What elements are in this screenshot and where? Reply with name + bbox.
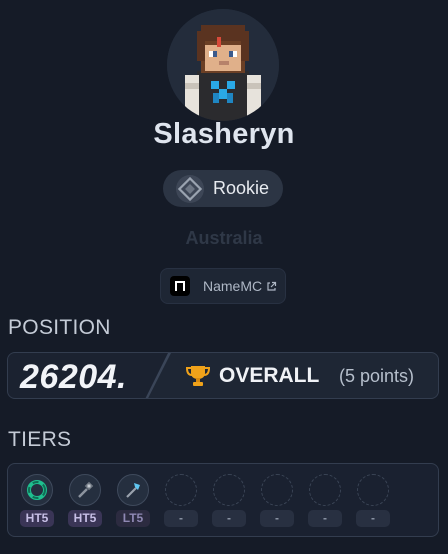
empty-slot-icon <box>261 474 293 506</box>
rookie-rank-icon <box>176 174 204 203</box>
tier-badge: LT5 <box>116 510 150 527</box>
namemc-link[interactable]: NameMC <box>160 268 286 304</box>
player-skin-render <box>167 9 279 121</box>
tier-badge: HT5 <box>20 510 54 527</box>
tier-item[interactable]: HT5 <box>68 474 102 530</box>
tier-item[interactable]: - <box>212 474 246 530</box>
avatar <box>167 9 279 121</box>
tier-badge: - <box>356 510 390 527</box>
empty-slot-icon <box>309 474 341 506</box>
tier-badge: - <box>308 510 342 527</box>
namemc-logo-icon <box>170 276 190 296</box>
overall-label: OVERALL <box>219 364 320 387</box>
tier-item[interactable]: LT5 <box>116 474 150 530</box>
empty-slot-icon <box>165 474 197 506</box>
tier-badge: - <box>260 510 294 527</box>
tier-badge: - <box>164 510 198 527</box>
tier-badge: HT5 <box>68 510 102 527</box>
position-section-title: POSITION <box>8 316 111 339</box>
tiers-section-title: TIERS <box>8 428 72 451</box>
position-number: 26204. <box>20 358 127 396</box>
tier-badge: - <box>212 510 246 527</box>
points-text: (5 points) <box>339 366 415 386</box>
axe-icon <box>117 474 149 506</box>
external-link-icon <box>267 281 277 291</box>
ring-icon <box>21 474 53 506</box>
player-name: Slasheryn <box>153 118 295 150</box>
tier-item[interactable]: HT5 <box>20 474 54 530</box>
tier-item[interactable]: - <box>308 474 342 530</box>
empty-slot-icon <box>357 474 389 506</box>
mace-icon <box>69 474 101 506</box>
position-card: 26204. OVERALL (5 points) <box>7 352 439 399</box>
namemc-label: NameMC <box>203 278 263 294</box>
region-label: Australia <box>185 228 263 248</box>
tier-item[interactable]: - <box>164 474 198 530</box>
rank-badge: Rookie <box>163 170 283 207</box>
tiers-card: HT5 HT5 LT5 - - - - - <box>7 463 439 537</box>
tier-item[interactable]: - <box>356 474 390 530</box>
rank-label: Rookie <box>213 178 270 198</box>
tier-item[interactable]: - <box>260 474 294 530</box>
trophy-icon <box>186 366 210 386</box>
empty-slot-icon <box>213 474 245 506</box>
